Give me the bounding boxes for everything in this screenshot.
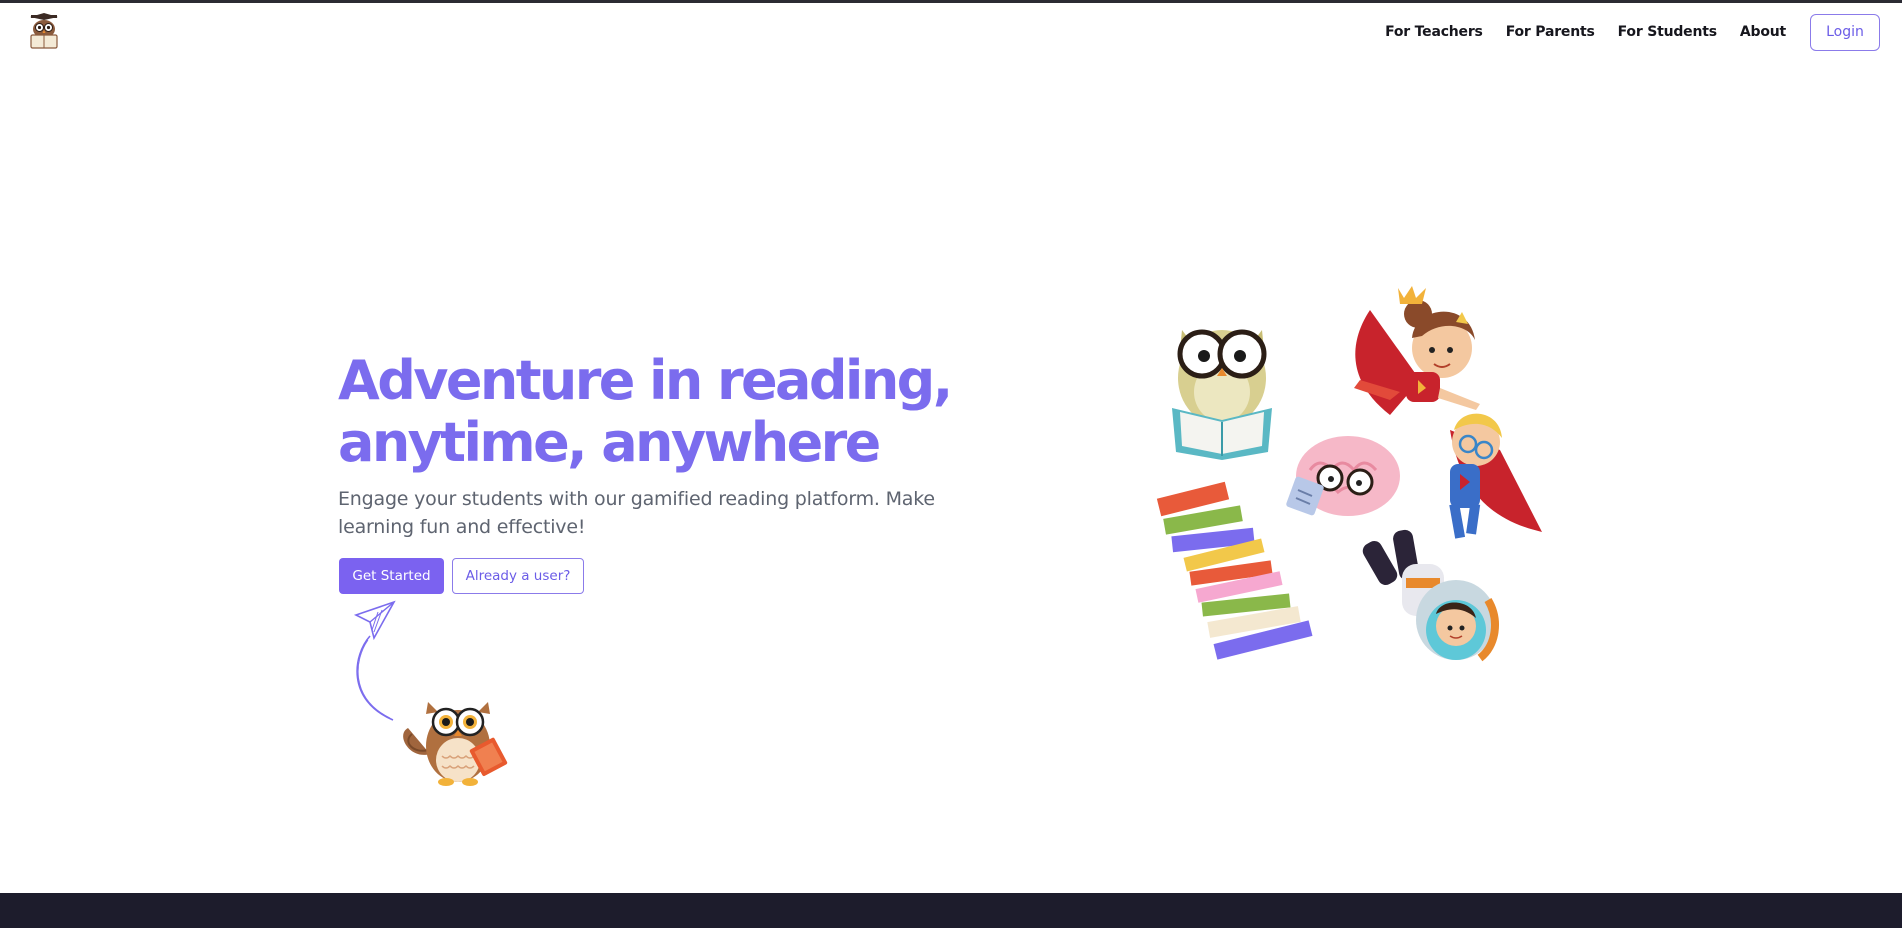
hero-title-line1: Adventure in reading, [338,349,953,412]
paper-plane-icon [348,600,408,730]
nav-link-teachers[interactable]: For Teachers [1385,24,1483,40]
nav-link-parents[interactable]: For Parents [1506,24,1595,40]
hero-title: Adventure in reading, anytime, anywhere [338,350,978,474]
login-button[interactable]: Login [1810,13,1880,51]
owl-with-book-icon [400,690,520,795]
owl-logo-icon[interactable] [28,13,60,49]
nav-link-about[interactable]: About [1740,24,1786,40]
book-stack-icon [1156,481,1313,660]
superhero-girl-icon [1354,286,1480,415]
superhero-boy-icon [1449,413,1542,539]
reading-characters-illustration [1150,280,1570,685]
brain-character-icon [1286,436,1400,516]
already-user-button[interactable]: Already a user? [452,558,584,594]
nav-link-students[interactable]: For Students [1618,24,1717,40]
hero-actions: Get Started Already a user? [339,558,584,594]
hero-subtitle: Engage your students with our gamified r… [338,488,935,538]
astronaut-icon [1362,529,1499,662]
owl-reading-icon [1172,329,1272,460]
main-nav: For Teachers For Parents For Students Ab… [1362,13,1880,51]
hero-title-line2: anytime, anywhere [338,411,881,474]
site-header: For Teachers For Parents For Students Ab… [0,3,1902,59]
get-started-button[interactable]: Get Started [339,558,444,594]
footer-bar [0,893,1902,928]
